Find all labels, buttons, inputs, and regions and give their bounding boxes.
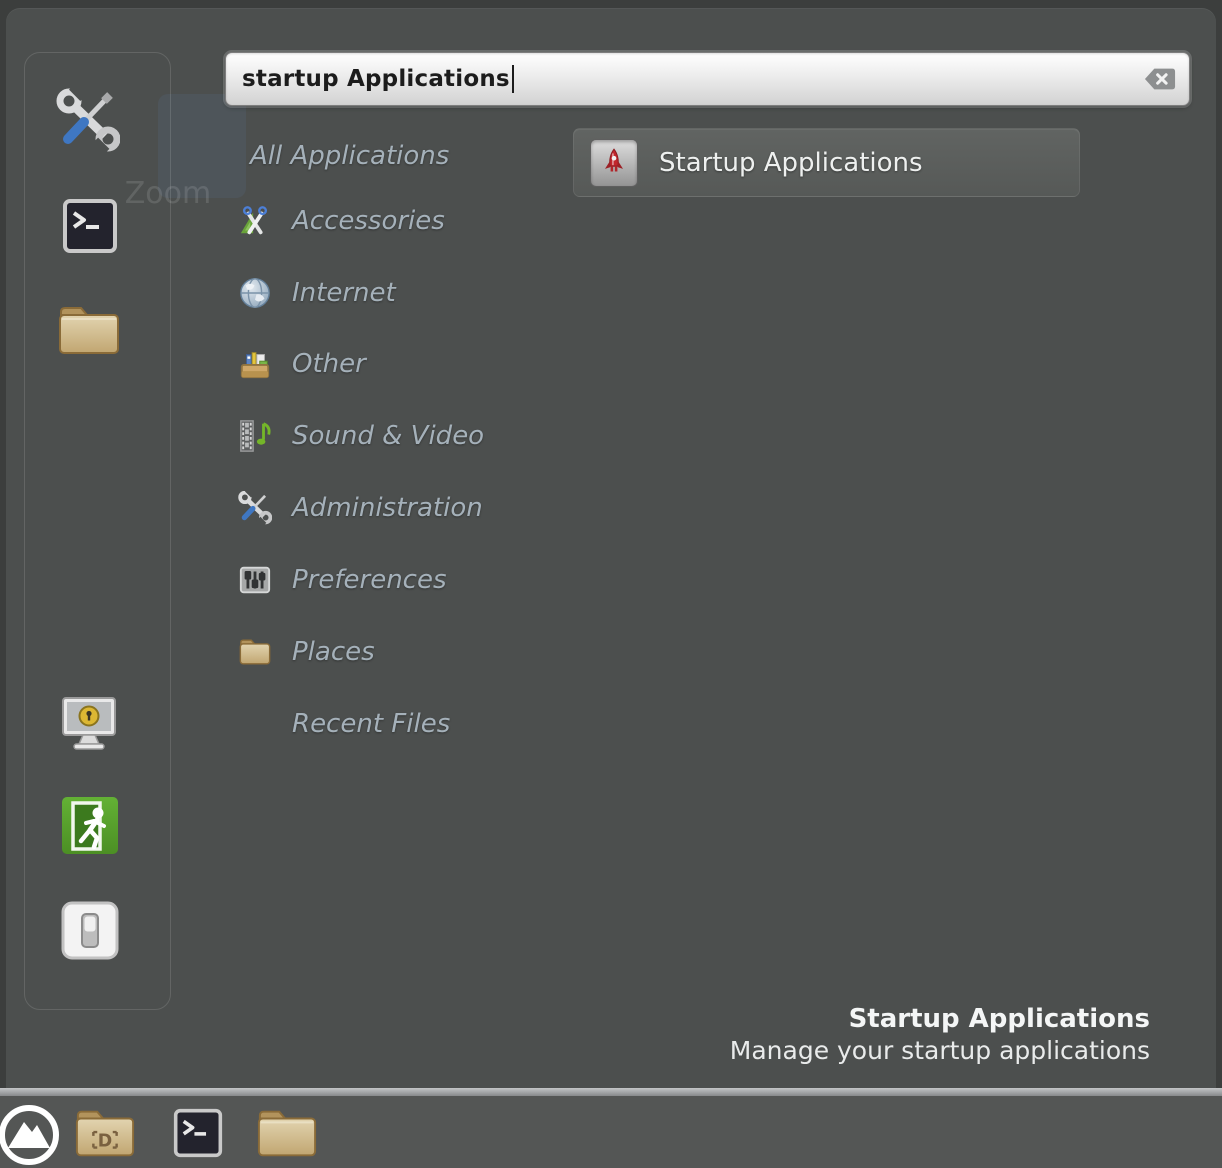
- desktop-screen: Zoom: [0, 0, 1222, 1168]
- exit-door-icon: [61, 796, 119, 856]
- sidebar-item-log-out[interactable]: [61, 796, 119, 856]
- category-label: All Applications: [250, 141, 449, 171]
- taskbar-panel: D: [0, 1096, 1222, 1168]
- power-switch-icon: [61, 901, 119, 961]
- category-places[interactable]: Places: [238, 634, 375, 670]
- category-preferences[interactable]: Preferences: [238, 562, 447, 598]
- menu-button[interactable]: [0, 1103, 61, 1167]
- sidebar-item-system-tools[interactable]: [56, 88, 120, 154]
- mint-logo-icon: [0, 1103, 61, 1167]
- search-input[interactable]: startup Applications: [225, 52, 1190, 106]
- menu-bottom-edge: [0, 1088, 1222, 1096]
- category-recent-files[interactable]: Recent Files: [292, 706, 450, 742]
- category-label: Places: [292, 637, 375, 667]
- category-label: Sound & Video: [292, 421, 484, 451]
- globe-icon: [238, 276, 272, 310]
- monitor-lock-icon: [57, 693, 121, 755]
- menu-sidebar: [24, 52, 171, 1010]
- terminal-icon: [173, 1106, 223, 1160]
- filmstrip-note-icon: [238, 419, 272, 453]
- category-label: Internet: [292, 278, 396, 308]
- sidebar-item-files[interactable]: [57, 303, 121, 357]
- scissors-icon: [238, 204, 272, 238]
- category-label: Other: [292, 349, 366, 379]
- category-label: Administration: [292, 493, 483, 523]
- selection-info: Startup Applications Manage your startup…: [730, 1004, 1150, 1066]
- text-caret: [512, 65, 514, 93]
- category-administration[interactable]: Administration: [238, 490, 483, 526]
- wrench-screwdriver-icon: [238, 491, 272, 525]
- clear-search-icon[interactable]: [1144, 66, 1176, 92]
- toolbox-icon: [238, 347, 272, 381]
- category-accessories[interactable]: Accessories: [238, 203, 445, 239]
- sidebar-item-shut-down[interactable]: [61, 901, 119, 961]
- search-value: startup Applications: [242, 66, 510, 92]
- terminal-icon: [62, 198, 118, 254]
- folder-icon: [238, 635, 272, 669]
- category-other[interactable]: Other: [238, 346, 366, 382]
- sidebar-item-terminal[interactable]: [62, 198, 118, 254]
- taskbar-item-desktop-folder[interactable]: D: [74, 1105, 136, 1161]
- rocket-icon: [590, 139, 638, 187]
- selection-subtitle: Manage your startup applications: [730, 1035, 1150, 1066]
- application-menu: Zoom: [6, 8, 1216, 1088]
- category-label: Preferences: [292, 565, 447, 595]
- category-internet[interactable]: Internet: [238, 275, 396, 311]
- selection-title: Startup Applications: [730, 1004, 1150, 1035]
- folder-icon: [256, 1105, 318, 1161]
- result-startup-applications[interactable]: Startup Applications: [573, 128, 1080, 197]
- sliders-icon: [238, 563, 272, 597]
- category-all-applications[interactable]: All Applications: [250, 138, 449, 174]
- wrench-screwdriver-icon: [56, 88, 120, 154]
- taskbar-item-terminal[interactable]: [173, 1106, 223, 1160]
- sidebar-item-lock-screen[interactable]: [57, 693, 121, 755]
- category-label: Recent Files: [292, 709, 450, 739]
- desktop-folder-icon: D: [74, 1105, 136, 1161]
- category-label: Accessories: [292, 206, 445, 236]
- category-sound-video[interactable]: Sound & Video: [238, 418, 484, 454]
- folder-icon: [57, 303, 121, 357]
- result-label: Startup Applications: [659, 148, 923, 178]
- svg-text:D: D: [98, 1132, 112, 1152]
- taskbar-item-files[interactable]: [256, 1105, 318, 1161]
